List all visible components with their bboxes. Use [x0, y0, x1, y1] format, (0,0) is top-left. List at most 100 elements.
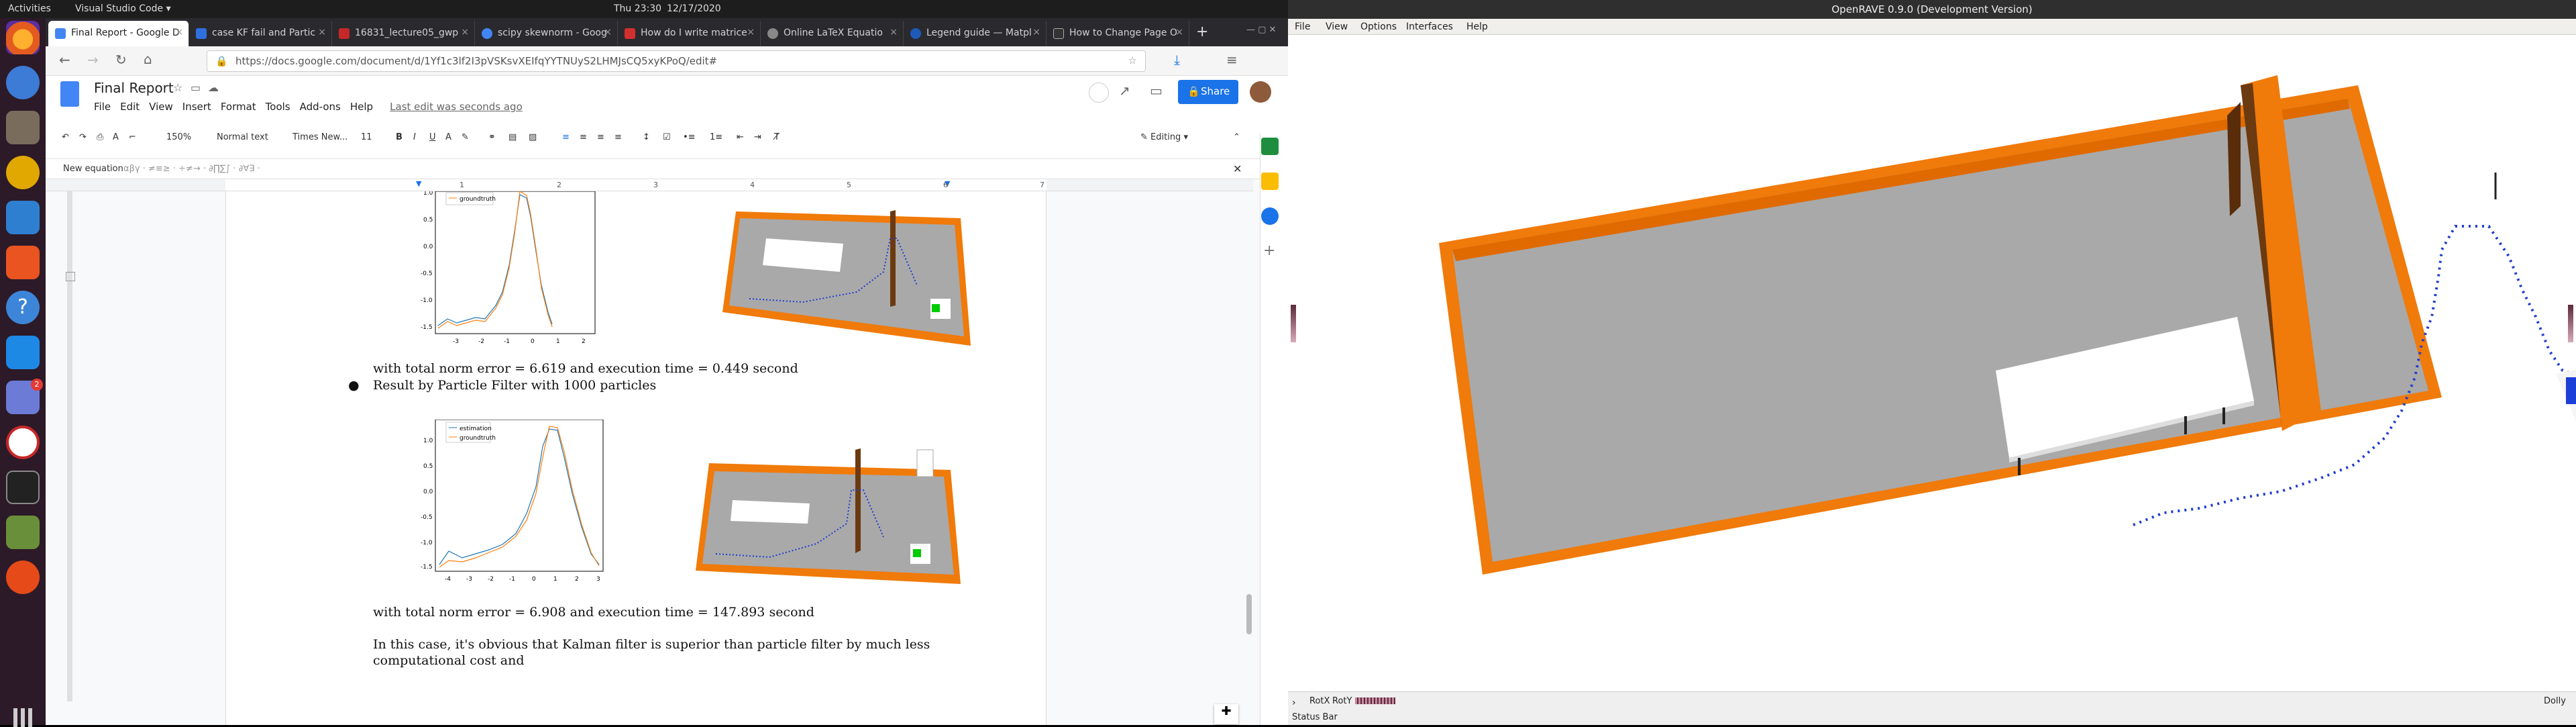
- italic-icon[interactable]: I: [413, 132, 416, 142]
- menu-addons[interactable]: Add-ons: [300, 101, 341, 113]
- tab-page-o[interactable]: How to Change Page O ×: [1046, 21, 1189, 46]
- settings-icon[interactable]: [6, 561, 40, 594]
- software-center-icon[interactable]: [6, 246, 40, 279]
- close-icon[interactable]: ×: [1032, 27, 1040, 38]
- highlight-icon[interactable]: ✎: [462, 132, 469, 142]
- vscode-icon[interactable]: [6, 336, 40, 369]
- share-button[interactable]: 🔒 Share: [1178, 80, 1238, 104]
- rot-slider-left[interactable]: [1291, 305, 1296, 342]
- star-icon[interactable]: ☆: [173, 81, 182, 94]
- writer-icon[interactable]: [6, 201, 40, 234]
- tab-kf-fail[interactable]: case KF fail and Partic ×: [189, 21, 332, 46]
- conclusion-text-cont[interactable]: computational cost and: [373, 653, 525, 668]
- numbered-list-icon[interactable]: 1≡: [710, 132, 722, 142]
- clear-formatting-icon[interactable]: T̸: [774, 132, 780, 142]
- close-icon[interactable]: ×: [1175, 27, 1183, 38]
- tab-lecture[interactable]: 16831_lecture05_gwp ×: [332, 21, 475, 46]
- spellcheck-icon[interactable]: A: [113, 132, 119, 142]
- close-icon[interactable]: ×: [747, 27, 755, 38]
- underline-icon[interactable]: U: [429, 132, 436, 142]
- new-tab-button[interactable]: +: [1196, 23, 1208, 40]
- sheets-addon-icon[interactable]: [1261, 138, 1279, 155]
- close-icon[interactable]: ×: [890, 27, 898, 38]
- files-icon[interactable]: [6, 111, 40, 144]
- redo-icon[interactable]: ↷: [79, 132, 87, 142]
- tab-legend[interactable]: Legend guide — Matpl ×: [904, 21, 1046, 46]
- trend-icon[interactable]: ↗: [1119, 83, 1130, 99]
- equation-symbol-menus[interactable]: αβγ · ≠≡≥ · ÷≠→ · ∂∏∑∫ · ∂∀∃ ·: [123, 164, 260, 174]
- image-icon[interactable]: ▨: [529, 132, 537, 142]
- print-icon[interactable]: ⎙: [97, 132, 103, 142]
- style-select[interactable]: Normal text: [217, 132, 268, 142]
- menu-interfaces[interactable]: Interfaces: [1406, 21, 1453, 32]
- collapse-icon[interactable]: ⌃: [1233, 132, 1240, 142]
- window-controls[interactable]: — ▢ ✕: [1246, 25, 1276, 35]
- tasks-icon[interactable]: [1261, 207, 1279, 225]
- move-folder-icon[interactable]: ▭: [191, 81, 201, 94]
- expand-arrow-icon[interactable]: ›: [1292, 697, 1296, 708]
- result-text-kf[interactable]: with total norm error = 6.619 and execut…: [373, 361, 798, 376]
- outline-icon[interactable]: [66, 272, 75, 281]
- line-spacing-icon[interactable]: ↕: [643, 132, 650, 142]
- menu-view[interactable]: View: [149, 101, 173, 113]
- rot-slider-right[interactable]: [2568, 305, 2573, 342]
- doc-title[interactable]: Final Report: [94, 80, 174, 96]
- last-edit-link[interactable]: Last edit was seconds ago: [390, 101, 523, 113]
- tab-matrices[interactable]: How do I write matrice ×: [618, 21, 761, 46]
- clock[interactable]: Thu 23:30: [614, 3, 661, 14]
- menu-view[interactable]: View: [1326, 21, 1348, 32]
- firefox-icon[interactable]: [6, 21, 40, 54]
- undo-icon[interactable]: ↶: [62, 132, 69, 142]
- menu-tools[interactable]: Tools: [266, 101, 290, 113]
- font-size-field[interactable]: 11: [361, 132, 372, 142]
- indent-increase-icon[interactable]: ⇥: [754, 132, 761, 142]
- terminal-icon[interactable]: [6, 471, 40, 504]
- bullet-pf[interactable]: Result by Particle Filter with 1000 part…: [373, 378, 656, 393]
- menu-options[interactable]: Options: [1360, 21, 1397, 32]
- dolly-label[interactable]: Dolly: [2544, 696, 2566, 706]
- help-icon[interactable]: ?: [6, 291, 40, 324]
- home-icon[interactable]: ⌂: [144, 51, 152, 67]
- reload-icon[interactable]: ↻: [115, 52, 127, 68]
- url-bar[interactable]: 🔒 https://docs.google.com/document/d/1Yf…: [207, 50, 1146, 72]
- menu-insert[interactable]: Insert: [182, 101, 211, 113]
- tab-latex[interactable]: Online LaTeX Equatio ×: [761, 21, 904, 46]
- align-center-icon[interactable]: ≡: [580, 132, 587, 142]
- indent-decrease-icon[interactable]: ⇤: [737, 132, 744, 142]
- zoom-select[interactable]: 150%: [166, 132, 191, 142]
- date[interactable]: 12/17/2020: [667, 3, 721, 14]
- paint-format-icon[interactable]: ⌐: [129, 132, 136, 142]
- close-icon[interactable]: ×: [604, 27, 612, 38]
- comment-add-icon[interactable]: ▤: [508, 132, 517, 142]
- roty-label[interactable]: RotY: [1332, 696, 1352, 706]
- comment-icon[interactable]: ▭: [1150, 83, 1163, 99]
- document-page[interactable]: groundtruth 1.0 0.5 0.0 -0.5 -1.0 -1.5 -…: [225, 191, 1046, 725]
- result-text-pf[interactable]: with total norm error = 6.908 and execut…: [373, 605, 814, 620]
- text-color-icon[interactable]: A: [445, 132, 451, 142]
- menu-help[interactable]: Help: [1466, 21, 1488, 32]
- tab-final-report[interactable]: Final Report - Google D ×: [48, 21, 189, 46]
- avatar[interactable]: [1250, 81, 1271, 103]
- viewer-side-tools[interactable]: [2568, 44, 2576, 125]
- activity-dashboard-icon[interactable]: [1089, 83, 1109, 103]
- bulleted-list-icon[interactable]: •≡: [683, 132, 696, 142]
- docs-logo-icon[interactable]: [60, 81, 79, 107]
- back-icon[interactable]: ←: [59, 52, 70, 68]
- add-addon-icon[interactable]: +: [1263, 242, 1275, 259]
- align-left-icon[interactable]: ≡: [562, 132, 570, 142]
- menu-icon[interactable]: ≡: [1226, 52, 1238, 68]
- menu-format[interactable]: Format: [221, 101, 256, 113]
- forward-icon[interactable]: →: [87, 52, 99, 68]
- image-viewer-icon[interactable]: [6, 516, 40, 549]
- checklist-icon[interactable]: ☑: [663, 132, 671, 142]
- tool-icon[interactable]: [2573, 62, 2576, 64]
- indent-marker-icon[interactable]: ▼: [416, 179, 421, 188]
- menu-help[interactable]: Help: [350, 101, 373, 113]
- link-icon[interactable]: ⚭: [488, 132, 496, 142]
- conclusion-text[interactable]: In this case, it's obvious that Kalman f…: [373, 637, 930, 652]
- keep-icon[interactable]: [1261, 173, 1279, 190]
- explore-icon[interactable]: ✚: [1214, 704, 1238, 724]
- download-icon[interactable]: ⤓: [1174, 52, 1180, 68]
- app-menu[interactable]: Visual Studio Code ▾: [75, 3, 171, 14]
- close-icon[interactable]: ×: [318, 27, 326, 38]
